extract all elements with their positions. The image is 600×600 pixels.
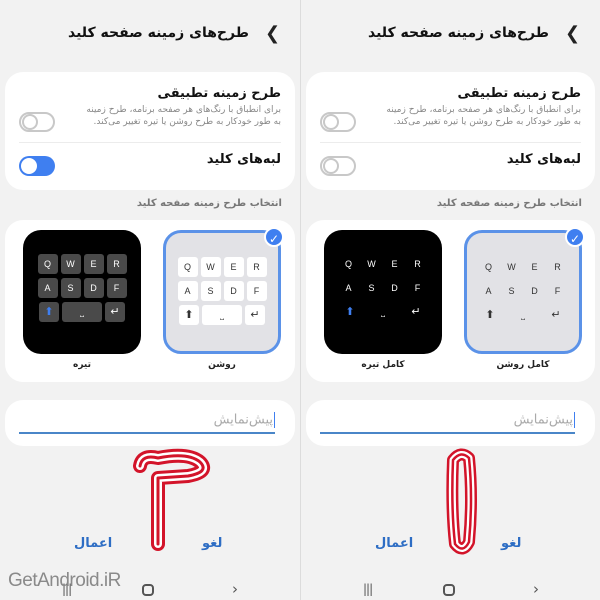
preview-input[interactable]: پیش‌نمایش bbox=[19, 408, 275, 434]
theme-dark-label: کامل تیره bbox=[361, 360, 405, 370]
theme-dark-label: تیره bbox=[73, 360, 91, 370]
preview-placeholder: پیش‌نمایش bbox=[513, 412, 573, 428]
adaptive-theme-title: طرح زمینه تطبیقی bbox=[457, 86, 581, 101]
section-label: انتخاب طرح زمینه صفحه کلید bbox=[436, 198, 582, 209]
space-key-icon: ⎵ bbox=[62, 302, 102, 322]
adaptive-theme-desc: برای انطباق با رنگ‌های هر صفحه برنامه، ط… bbox=[86, 105, 281, 128]
watermark: GetAndroid.iR bbox=[8, 570, 121, 591]
nav-back-icon[interactable]: › bbox=[232, 580, 238, 598]
settings-card: طرح زمینه تطبیقی برای انطباق با رنگ‌های … bbox=[5, 72, 295, 190]
divider bbox=[320, 142, 581, 143]
annotation-number-1 bbox=[446, 448, 477, 555]
home-icon[interactable] bbox=[443, 584, 455, 596]
shift-key-icon: ⬆ bbox=[179, 305, 199, 325]
adaptive-theme-toggle[interactable] bbox=[320, 112, 356, 132]
adaptive-theme-desc: برای انطباق با رنگ‌های هر صفحه برنامه، ط… bbox=[386, 105, 581, 128]
theme-light-label: روشن bbox=[208, 360, 236, 370]
adaptive-theme-row[interactable]: طرح زمینه تطبیقی برای انطباق با رنگ‌های … bbox=[320, 86, 581, 136]
space-key-icon: ⎵ bbox=[521, 310, 525, 320]
theme-full-dark-option[interactable]: QWER ASDF ⬆ ⎵ ↵ bbox=[324, 230, 442, 354]
section-label: انتخاب طرح زمینه صفحه کلید bbox=[136, 198, 282, 209]
adaptive-theme-row[interactable]: طرح زمینه تطبیقی برای انطباق با رنگ‌های … bbox=[19, 86, 281, 136]
enter-key-icon: ↵ bbox=[551, 309, 561, 321]
themes-card: QWER ASDF ⬆ ⎵ ↵ تیره ✓ QWER ASDF ⬆ ⎵ ↵ ر… bbox=[5, 220, 295, 382]
key-borders-title: لبه‌های کلید bbox=[506, 152, 581, 167]
text-caret bbox=[574, 412, 575, 428]
key-borders-toggle[interactable] bbox=[19, 156, 55, 176]
space-key-icon: ⎵ bbox=[381, 307, 385, 317]
enter-key-icon: ↵ bbox=[411, 306, 421, 318]
page-title: طرح‌های زمینه صفحه کلید bbox=[68, 25, 249, 41]
back-icon[interactable]: ❮ bbox=[565, 23, 580, 44]
back-icon[interactable]: ❮ bbox=[265, 23, 280, 44]
adaptive-theme-toggle[interactable] bbox=[19, 112, 55, 132]
theme-dark-option[interactable]: QWER ASDF ⬆ ⎵ ↵ bbox=[23, 230, 141, 354]
keyboard-preview-light: QWER ASDF ⬆ ⎵ ↵ bbox=[166, 257, 278, 329]
divider bbox=[19, 142, 281, 143]
header: ❮ طرح‌های زمینه صفحه کلید bbox=[0, 18, 300, 48]
preview-card: پیش‌نمایش bbox=[5, 400, 295, 446]
themes-card: QWER ASDF ⬆ ⎵ ↵ کامل تیره ✓ QWER ASDF ⬆ … bbox=[306, 220, 595, 382]
shift-key-icon: ⬆ bbox=[485, 309, 495, 321]
key-borders-row[interactable]: لبه‌های کلید bbox=[320, 152, 581, 180]
preview-input[interactable]: پیش‌نمایش bbox=[320, 408, 575, 434]
keyboard-preview-light: QWER ASDF ⬆ ⎵ ↵ bbox=[467, 257, 579, 329]
page-title: طرح‌های زمینه صفحه کلید bbox=[368, 25, 549, 41]
settings-panel-right: ❮ طرح‌های زمینه صفحه کلید طرح زمینه تطبی… bbox=[300, 0, 600, 600]
shift-key-icon: ⬆ bbox=[39, 302, 59, 322]
theme-full-light-option[interactable]: ✓ QWER ASDF ⬆ ⎵ ↵ bbox=[464, 227, 585, 354]
check-icon: ✓ bbox=[565, 227, 585, 247]
apply-button[interactable]: اعمال bbox=[375, 536, 413, 551]
nav-bar: ||| › bbox=[301, 576, 600, 600]
key-borders-toggle[interactable] bbox=[320, 156, 356, 176]
preview-placeholder: پیش‌نمایش bbox=[213, 412, 273, 428]
text-caret bbox=[274, 412, 275, 428]
theme-light-option[interactable]: ✓ QWER ASDF ⬆ ⎵ ↵ bbox=[163, 227, 284, 354]
apply-button[interactable]: اعمال bbox=[74, 536, 112, 551]
cancel-button[interactable]: لغو bbox=[202, 536, 222, 551]
check-icon: ✓ bbox=[264, 227, 284, 247]
key-borders-row[interactable]: لبه‌های کلید bbox=[19, 152, 281, 180]
enter-key-icon: ↵ bbox=[105, 302, 125, 322]
keyboard-preview-dark: QWER ASDF ⬆ ⎵ ↵ bbox=[324, 254, 442, 326]
preview-card: پیش‌نمایش bbox=[306, 400, 595, 446]
cancel-button[interactable]: لغو bbox=[501, 536, 521, 551]
settings-card: طرح زمینه تطبیقی برای انطباق با رنگ‌های … bbox=[306, 72, 595, 190]
settings-panel-left: ❮ طرح‌های زمینه صفحه کلید طرح زمینه تطبی… bbox=[0, 0, 300, 600]
keyboard-preview-dark: QWER ASDF ⬆ ⎵ ↵ bbox=[23, 254, 141, 326]
nav-back-icon[interactable]: › bbox=[533, 580, 539, 598]
adaptive-theme-title: طرح زمینه تطبیقی bbox=[157, 86, 281, 101]
space-key-icon: ⎵ bbox=[202, 305, 242, 325]
enter-key-icon: ↵ bbox=[245, 305, 265, 325]
theme-light-label: کامل روشن bbox=[496, 360, 550, 370]
header: ❮ طرح‌های زمینه صفحه کلید bbox=[301, 18, 600, 48]
shift-key-icon: ⬆ bbox=[345, 306, 355, 318]
key-borders-title: لبه‌های کلید bbox=[206, 152, 281, 167]
recent-apps-icon[interactable]: ||| bbox=[363, 582, 373, 596]
home-icon[interactable] bbox=[142, 584, 154, 596]
